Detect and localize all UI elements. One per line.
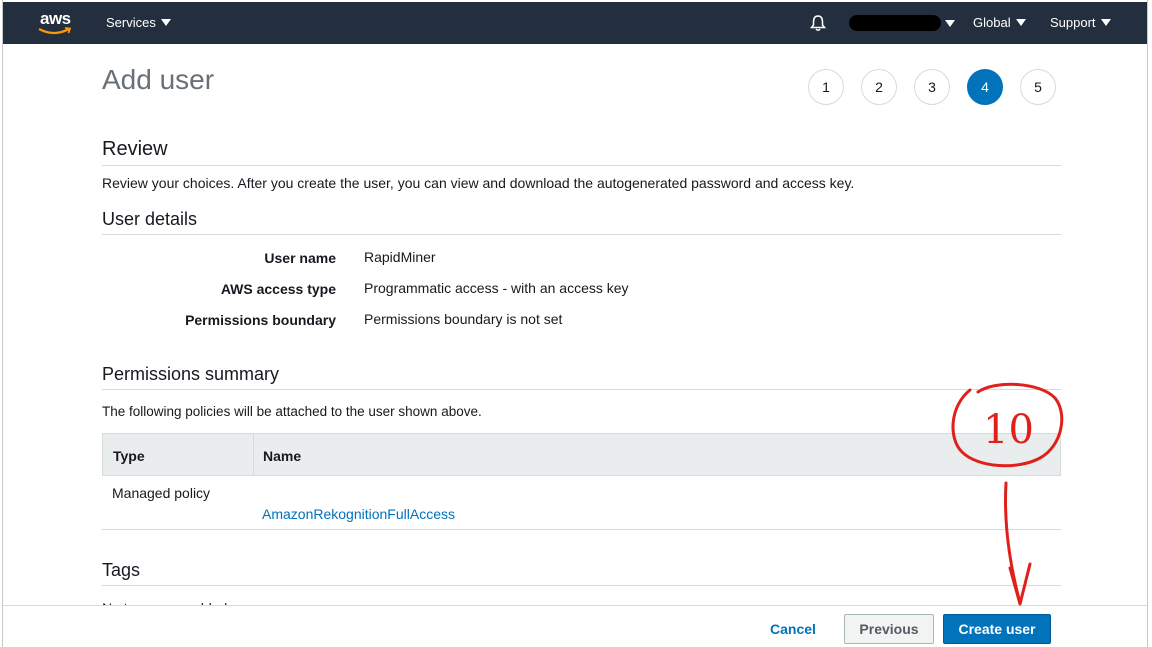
step-5[interactable]: 5: [1020, 69, 1056, 105]
detail-value: Permissions boundary is not set: [364, 311, 563, 327]
detail-label: User name: [264, 250, 336, 266]
services-menu[interactable]: Services: [106, 15, 171, 30]
step-3[interactable]: 3: [914, 69, 950, 105]
chevron-down-icon: [160, 19, 171, 26]
region-label: Global: [973, 15, 1011, 30]
detail-row-permissions-boundary: Permissions boundary Permissions boundar…: [102, 311, 802, 332]
support-menu[interactable]: Support: [1050, 15, 1111, 30]
top-navigation-bar: aws Services Global Support: [3, 2, 1147, 44]
aws-logo[interactable]: aws: [36, 9, 76, 36]
chevron-down-icon: [1100, 19, 1111, 26]
step-4-active[interactable]: 4: [967, 69, 1003, 105]
tags-heading: Tags: [102, 560, 1061, 586]
page-title: Add user: [102, 64, 215, 95]
services-label: Services: [106, 15, 156, 30]
account-menu[interactable]: [849, 13, 955, 33]
step-1[interactable]: 1: [808, 69, 844, 105]
user-details-heading: User details: [102, 209, 1061, 235]
detail-row-access-type: AWS access type Programmatic access - wi…: [102, 280, 802, 301]
tags-empty-text: No tags were added.: [102, 598, 231, 605]
aws-smile-icon: [38, 27, 72, 35]
permissions-description: The following policies will be attached …: [102, 404, 482, 419]
chevron-down-icon: [945, 19, 955, 27]
permissions-summary-heading: Permissions summary: [102, 364, 1061, 390]
detail-value: RapidMiner: [364, 249, 436, 265]
window-edge-right: [1147, 0, 1152, 647]
column-header-name[interactable]: Name: [263, 448, 301, 464]
table-row: Managed policy AmazonRekognitionFullAcce…: [102, 476, 1061, 530]
detail-row-user-name: User name RapidMiner: [102, 249, 802, 270]
bell-icon[interactable]: [809, 14, 827, 32]
region-menu[interactable]: Global: [973, 15, 1026, 30]
permissions-table: Type Name Managed policy AmazonRekogniti…: [102, 433, 1061, 530]
step-2[interactable]: 2: [861, 69, 897, 105]
create-user-button[interactable]: Create user: [943, 614, 1051, 644]
column-header-type[interactable]: Type: [113, 448, 145, 464]
policy-type: Managed policy: [112, 485, 211, 501]
detail-value: Programmatic access - with an access key: [364, 280, 629, 296]
table-header: Type Name: [102, 433, 1061, 476]
support-label: Support: [1050, 15, 1096, 30]
window-edge-left: [0, 0, 3, 647]
policy-name-link[interactable]: AmazonRekognitionFullAccess: [262, 506, 455, 522]
column-divider: [253, 434, 254, 475]
app-window: aws Services Global Support Add user 1 2…: [0, 0, 1152, 647]
detail-label: Permissions boundary: [185, 312, 336, 328]
wizard-footer: Cancel Previous Create user: [3, 605, 1147, 647]
detail-label: AWS access type: [220, 281, 336, 297]
previous-button[interactable]: Previous: [844, 614, 934, 644]
cancel-button[interactable]: Cancel: [770, 621, 816, 637]
wizard-steps: 1 2 3 4 5: [808, 69, 1056, 105]
redacted-account-name: [849, 15, 941, 31]
aws-logo-text: aws: [40, 9, 71, 28]
review-heading: Review: [102, 138, 1061, 166]
review-description: Review your choices. After you create th…: [102, 175, 855, 191]
chevron-down-icon: [1015, 19, 1026, 26]
